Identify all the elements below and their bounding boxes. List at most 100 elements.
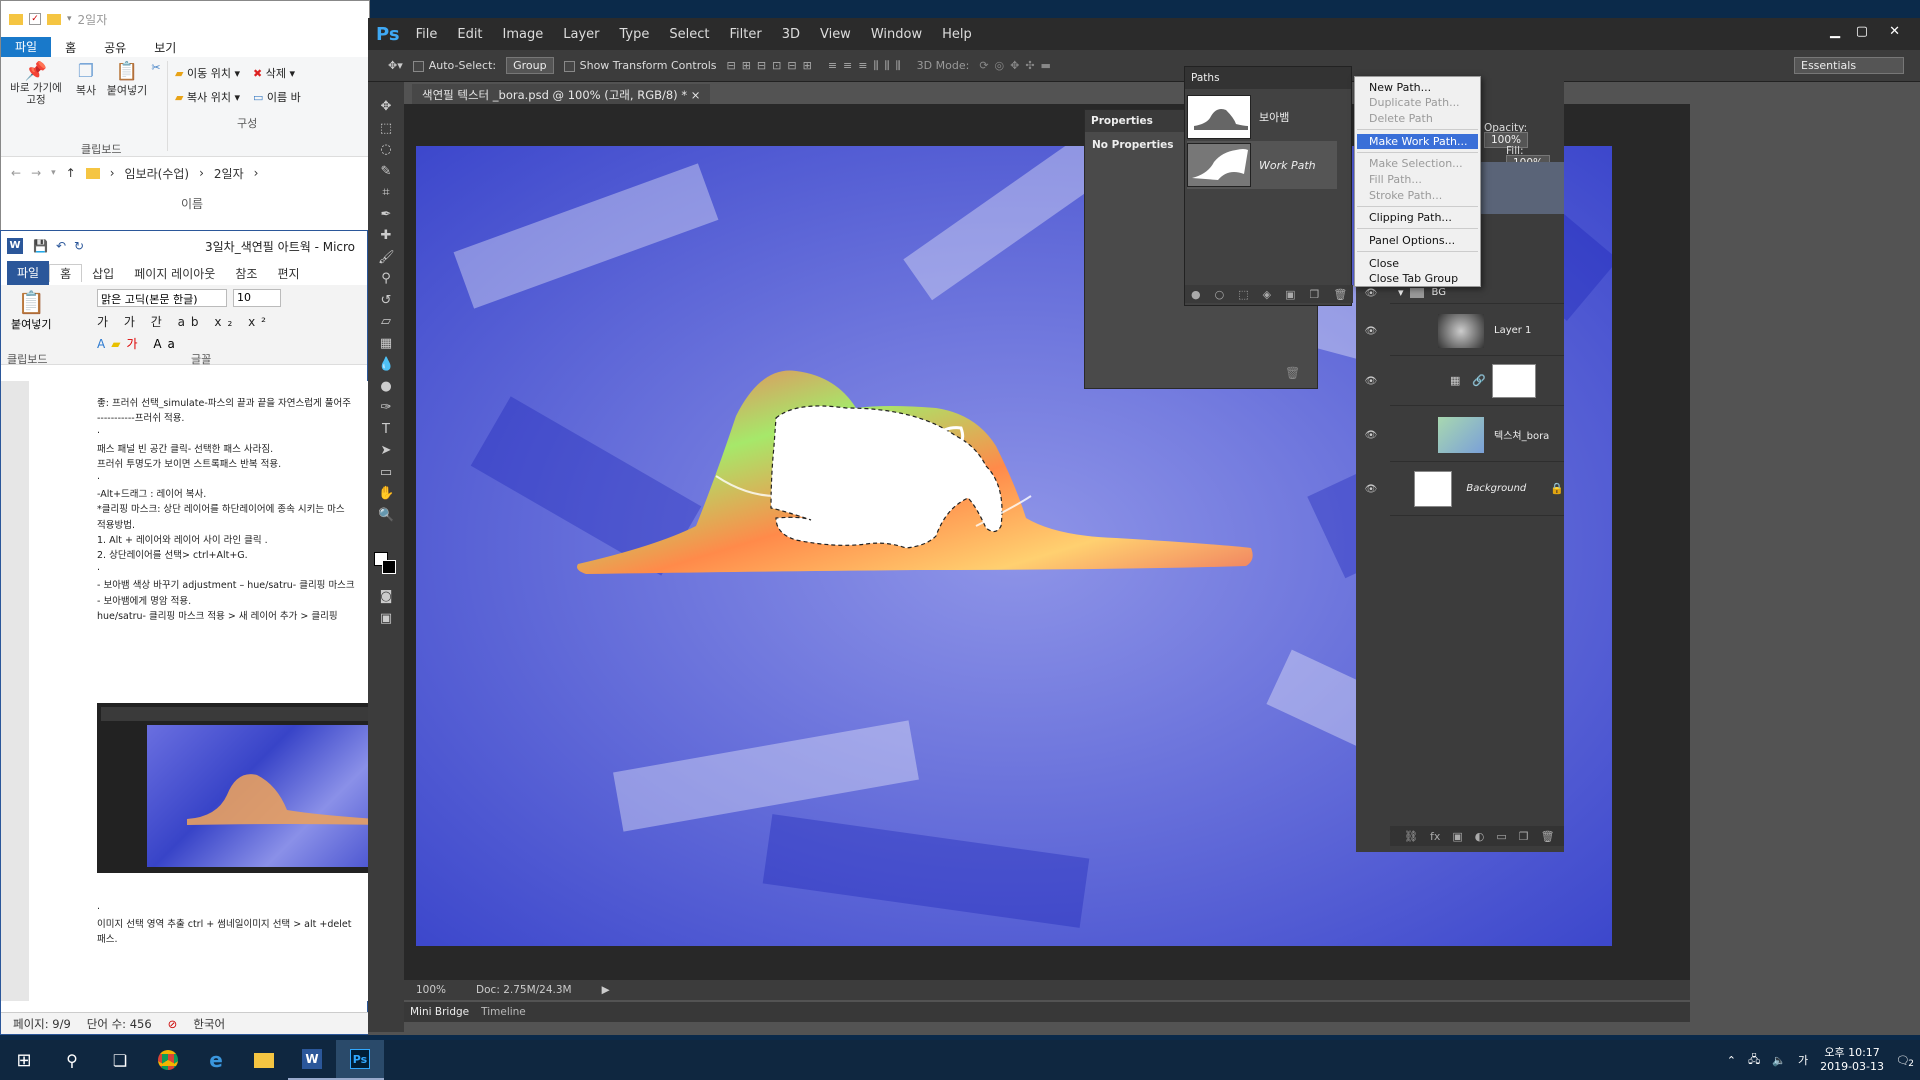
chevron-up-icon[interactable]: ⌃ xyxy=(1727,1054,1736,1067)
tab-file[interactable]: 파일 xyxy=(1,37,52,57)
path-select-tool-icon[interactable]: ➤ xyxy=(378,444,394,458)
up-icon[interactable]: ↑ xyxy=(66,166,76,180)
pin-button[interactable]: 📌 바로 가기에 고정 xyxy=(7,61,65,106)
marquee-tool-icon[interactable]: ⬚ xyxy=(378,121,394,136)
path-item[interactable]: Work Path xyxy=(1187,141,1337,189)
menu-item-fill-path[interactable]: Fill Path... xyxy=(1369,173,1422,186)
new-group-icon[interactable]: ▭ xyxy=(1496,830,1506,843)
document-tab[interactable]: 색연필 텍스터 _bora.psd @ 100% (고래, RGB/8) * × xyxy=(412,84,711,104)
menu-layer[interactable]: Layer xyxy=(563,27,599,42)
font-format-buttons[interactable]: 가 가 간 ab x₂ x² xyxy=(97,313,272,330)
add-mask-icon[interactable]: ▣ xyxy=(1452,830,1462,843)
layer-row[interactable]: 👁 Background 🔒 xyxy=(1365,462,1564,516)
search-button[interactable]: ⚲ xyxy=(48,1040,96,1080)
fill-path-icon[interactable]: ● xyxy=(1191,288,1201,301)
tab-mini-bridge[interactable]: Mini Bridge xyxy=(410,1006,469,1018)
menu-item-delete-path[interactable]: Delete Path xyxy=(1369,112,1433,125)
adjustment-icon[interactable]: ◐ xyxy=(1475,830,1485,843)
status-arrow-icon[interactable]: ▶ xyxy=(602,984,610,996)
pen-tool-icon[interactable]: ✑ xyxy=(378,401,394,415)
crop-tool-icon[interactable]: ⌗ xyxy=(378,186,394,200)
healing-tool-icon[interactable]: ✚ xyxy=(378,229,394,243)
quick-mask-icon[interactable]: ◙ xyxy=(378,590,394,604)
start-button[interactable]: ⊞ xyxy=(0,1040,48,1080)
page-count[interactable]: 페이지: 9/9 xyxy=(13,1016,71,1032)
eye-icon[interactable]: 👁 xyxy=(1364,288,1378,299)
minimize-icon[interactable]: ▁ xyxy=(1830,24,1840,39)
menu-item-new-path[interactable]: New Path... xyxy=(1369,81,1431,94)
copy-to-button[interactable]: ▰ 복사 위치 ▾ xyxy=(175,89,240,105)
menu-item-make-selection[interactable]: Make Selection... xyxy=(1369,157,1463,170)
shape-tool-icon[interactable]: ▭ xyxy=(378,465,394,480)
word-button[interactable]: W xyxy=(288,1040,336,1080)
layer-row[interactable]: 👁 ▦ 🔗 xyxy=(1365,356,1564,406)
trash-icon[interactable]: 🗑 xyxy=(1541,830,1555,843)
column-header-name[interactable]: 이름 xyxy=(181,195,203,212)
tab-home[interactable]: 홈 xyxy=(51,39,90,56)
load-selection-icon[interactable]: ⬚ xyxy=(1238,288,1248,301)
lasso-tool-icon[interactable]: ◌ xyxy=(378,143,394,157)
document-page[interactable]: 좋: 프러쉬 선택_simulate-파스의 끝과 끝을 자연스럽게 풀어주 --… xyxy=(29,381,369,1001)
menu-edit[interactable]: Edit xyxy=(457,27,482,42)
stroke-path-icon[interactable]: ○ xyxy=(1215,288,1225,301)
proofing-icon[interactable]: ⊘ xyxy=(168,1017,178,1031)
layer-row[interactable]: 👁 텍스쳐_bora xyxy=(1365,408,1564,462)
font-size-select[interactable]: 10 xyxy=(233,289,281,307)
menu-help[interactable]: Help xyxy=(942,27,972,42)
tab-home[interactable]: 홈 xyxy=(49,264,83,282)
zoom-tool-icon[interactable]: 🔍 xyxy=(378,508,394,523)
edge-button[interactable]: e xyxy=(192,1040,240,1080)
menu-image[interactable]: Image xyxy=(503,27,544,42)
zoom-level[interactable]: 100% xyxy=(416,984,446,996)
chrome-button[interactable] xyxy=(144,1040,192,1080)
tab-timeline[interactable]: Timeline xyxy=(481,1006,526,1018)
align-icons[interactable]: ⊟⊞⊟⊡⊟⊞ xyxy=(727,59,818,72)
volume-icon[interactable]: 🔈 xyxy=(1772,1054,1786,1067)
menu-item-close-tab-group[interactable]: Close Tab Group xyxy=(1369,272,1458,285)
copy-button[interactable]: ❐ 복사 xyxy=(71,61,101,98)
trash-icon[interactable]: 🗑 xyxy=(1333,288,1347,301)
history-brush-icon[interactable]: ↺ xyxy=(378,293,394,308)
address-bar[interactable]: ← → ▾ ↑ › 임보라(수업) › 2일자 › xyxy=(1,161,371,185)
menu-3d[interactable]: 3D xyxy=(782,27,800,42)
add-mask-icon[interactable]: ▣ xyxy=(1285,288,1295,301)
menu-item-duplicate-path[interactable]: Duplicate Path... xyxy=(1369,96,1460,109)
dropdown-icon[interactable]: ▾ xyxy=(51,168,56,178)
menu-filter[interactable]: Filter xyxy=(729,27,761,42)
font-name-select[interactable]: 맑은 고딕(본문 한글) xyxy=(97,289,227,307)
task-view-button[interactable]: ❏ xyxy=(96,1040,144,1080)
link-layers-icon[interactable]: ⛓ xyxy=(1404,830,1418,843)
move-tool-icon[interactable]: ✥▾ xyxy=(388,59,403,72)
dodge-tool-icon[interactable]: ● xyxy=(378,379,394,394)
eyedropper-tool-icon[interactable]: ✒ xyxy=(378,207,394,222)
clock[interactable]: 오후 10:17 2019-03-13 xyxy=(1820,1046,1884,1074)
background-color-swatch[interactable] xyxy=(382,560,396,574)
move-to-button[interactable]: ▰ 이동 위치 ▾ xyxy=(175,65,240,81)
menu-item-close[interactable]: Close xyxy=(1369,257,1399,270)
eye-icon[interactable]: 👁 xyxy=(1364,376,1378,387)
font-color-buttons[interactable]: A▰가 Aa xyxy=(97,335,181,352)
network-icon[interactable]: 🖧 xyxy=(1748,1051,1760,1070)
undo-icon[interactable]: ↶ xyxy=(56,239,66,253)
menu-view[interactable]: View xyxy=(820,27,851,42)
cut-icon[interactable]: ✂ xyxy=(149,61,163,74)
word-count[interactable]: 단어 수: 456 xyxy=(87,1016,152,1032)
close-icon[interactable]: ✕ xyxy=(1889,24,1900,39)
distribute-icons[interactable]: ≡≡≡⫼⫼⫼ xyxy=(828,59,907,73)
tab-share[interactable]: 공유 xyxy=(90,39,140,56)
document-area[interactable]: 좋: 프러쉬 선택_simulate-파스의 끝과 끝을 자연스럽게 풀어주 --… xyxy=(1,381,369,1001)
stamp-tool-icon[interactable]: ⚲ xyxy=(378,272,394,286)
breadcrumb-item[interactable]: 2일자 xyxy=(214,165,244,182)
tab-view[interactable]: 보기 xyxy=(140,39,190,56)
menu-file[interactable]: File xyxy=(416,27,438,42)
close-tab-icon[interactable]: × xyxy=(691,88,701,102)
file-explorer-button[interactable] xyxy=(240,1040,288,1080)
new-path-icon[interactable]: ❐ xyxy=(1310,288,1320,301)
menu-item-panel-options[interactable]: Panel Options... xyxy=(1369,234,1455,247)
workspace-dropdown[interactable]: Essentials xyxy=(1794,57,1904,74)
rename-button[interactable]: ▭ 이름 바 xyxy=(253,89,301,105)
tab-file[interactable]: 파일 xyxy=(7,261,50,285)
auto-select-dropdown[interactable]: Group xyxy=(506,57,554,74)
menu-item-stroke-path[interactable]: Stroke Path... xyxy=(1369,189,1442,202)
photoshop-button[interactable]: Ps xyxy=(336,1040,384,1080)
